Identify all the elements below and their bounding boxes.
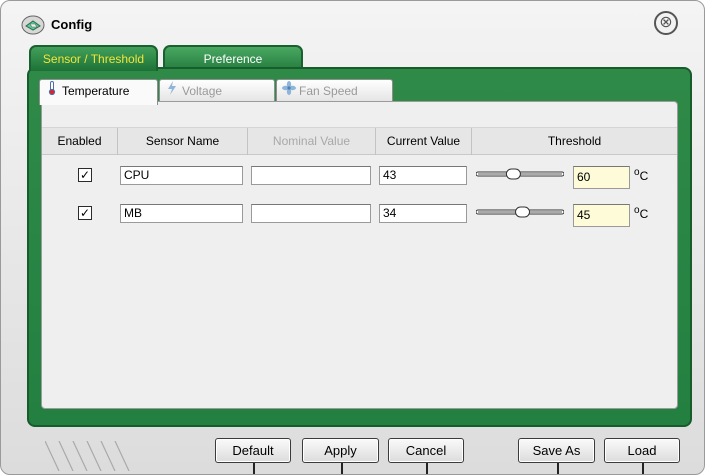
sensor-name-field[interactable]: MB	[120, 204, 243, 223]
fan-icon	[281, 80, 297, 102]
header-current-value: Current Value	[376, 128, 472, 155]
threshold-value-field[interactable]: 45	[573, 204, 630, 227]
threshold-slider[interactable]	[476, 205, 564, 219]
header-threshold: Threshold	[547, 134, 602, 148]
button-stem	[340, 463, 343, 474]
celsius-unit: oC	[634, 167, 649, 183]
threshold-value-field[interactable]: 60	[573, 166, 630, 189]
load-button[interactable]: Load	[604, 438, 680, 474]
threshold-slider[interactable]	[476, 167, 564, 181]
sensor-name-field[interactable]: CPU	[120, 166, 243, 185]
subtab-fan-speed-label: Fan Speed	[299, 84, 358, 98]
header-sensor-name: Sensor Name	[118, 128, 248, 155]
enabled-checkbox-mb[interactable]: ✓	[78, 206, 92, 220]
decorative-grip	[45, 441, 130, 471]
load-button-label: Load	[627, 443, 657, 458]
config-window: Config ⊗ Sensor / Threshold Preference T…	[0, 0, 705, 475]
cancel-button[interactable]: Cancel	[388, 438, 464, 474]
subtab-temperature[interactable]: Temperature	[39, 79, 158, 105]
subtab-voltage[interactable]: Voltage	[159, 79, 275, 103]
nominal-value-field[interactable]	[251, 204, 371, 223]
thermometer-icon	[44, 80, 60, 102]
button-stem	[642, 463, 644, 474]
save-as-button-label: Save As	[532, 443, 581, 458]
current-value-field: 43	[379, 166, 467, 185]
apply-button-label: Apply	[324, 443, 357, 458]
nominal-value-field[interactable]	[251, 166, 371, 185]
table-header: Enabled Sensor Name Nominal Value Curren…	[42, 127, 677, 155]
celsius-unit: oC	[634, 205, 649, 221]
title-bar: Config ⊗	[1, 1, 704, 41]
default-button[interactable]: Default	[215, 438, 291, 474]
voltage-icon	[164, 80, 180, 102]
apply-button[interactable]: Apply	[302, 438, 379, 474]
save-as-button[interactable]: Save As	[518, 438, 595, 474]
cancel-button-label: Cancel	[405, 443, 447, 458]
config-app-icon	[21, 15, 45, 35]
button-stem	[556, 463, 559, 474]
header-enabled: Enabled	[42, 128, 118, 155]
current-value-field: 34	[379, 204, 467, 223]
subtab-fan-speed[interactable]: Fan Speed	[276, 79, 393, 103]
button-stem	[253, 463, 255, 474]
window-title: Config	[51, 17, 93, 32]
button-stem	[426, 463, 428, 474]
subtab-temperature-label: Temperature	[62, 84, 130, 98]
enabled-checkbox-cpu[interactable]: ✓	[78, 168, 92, 182]
close-icon[interactable]: ⊗	[654, 11, 678, 35]
header-nominal-value: Nominal Value	[248, 128, 376, 155]
subtab-voltage-label: Voltage	[182, 84, 223, 98]
default-button-label: Default	[232, 443, 274, 458]
tab-sensor-threshold[interactable]: Sensor / Threshold	[29, 45, 158, 71]
